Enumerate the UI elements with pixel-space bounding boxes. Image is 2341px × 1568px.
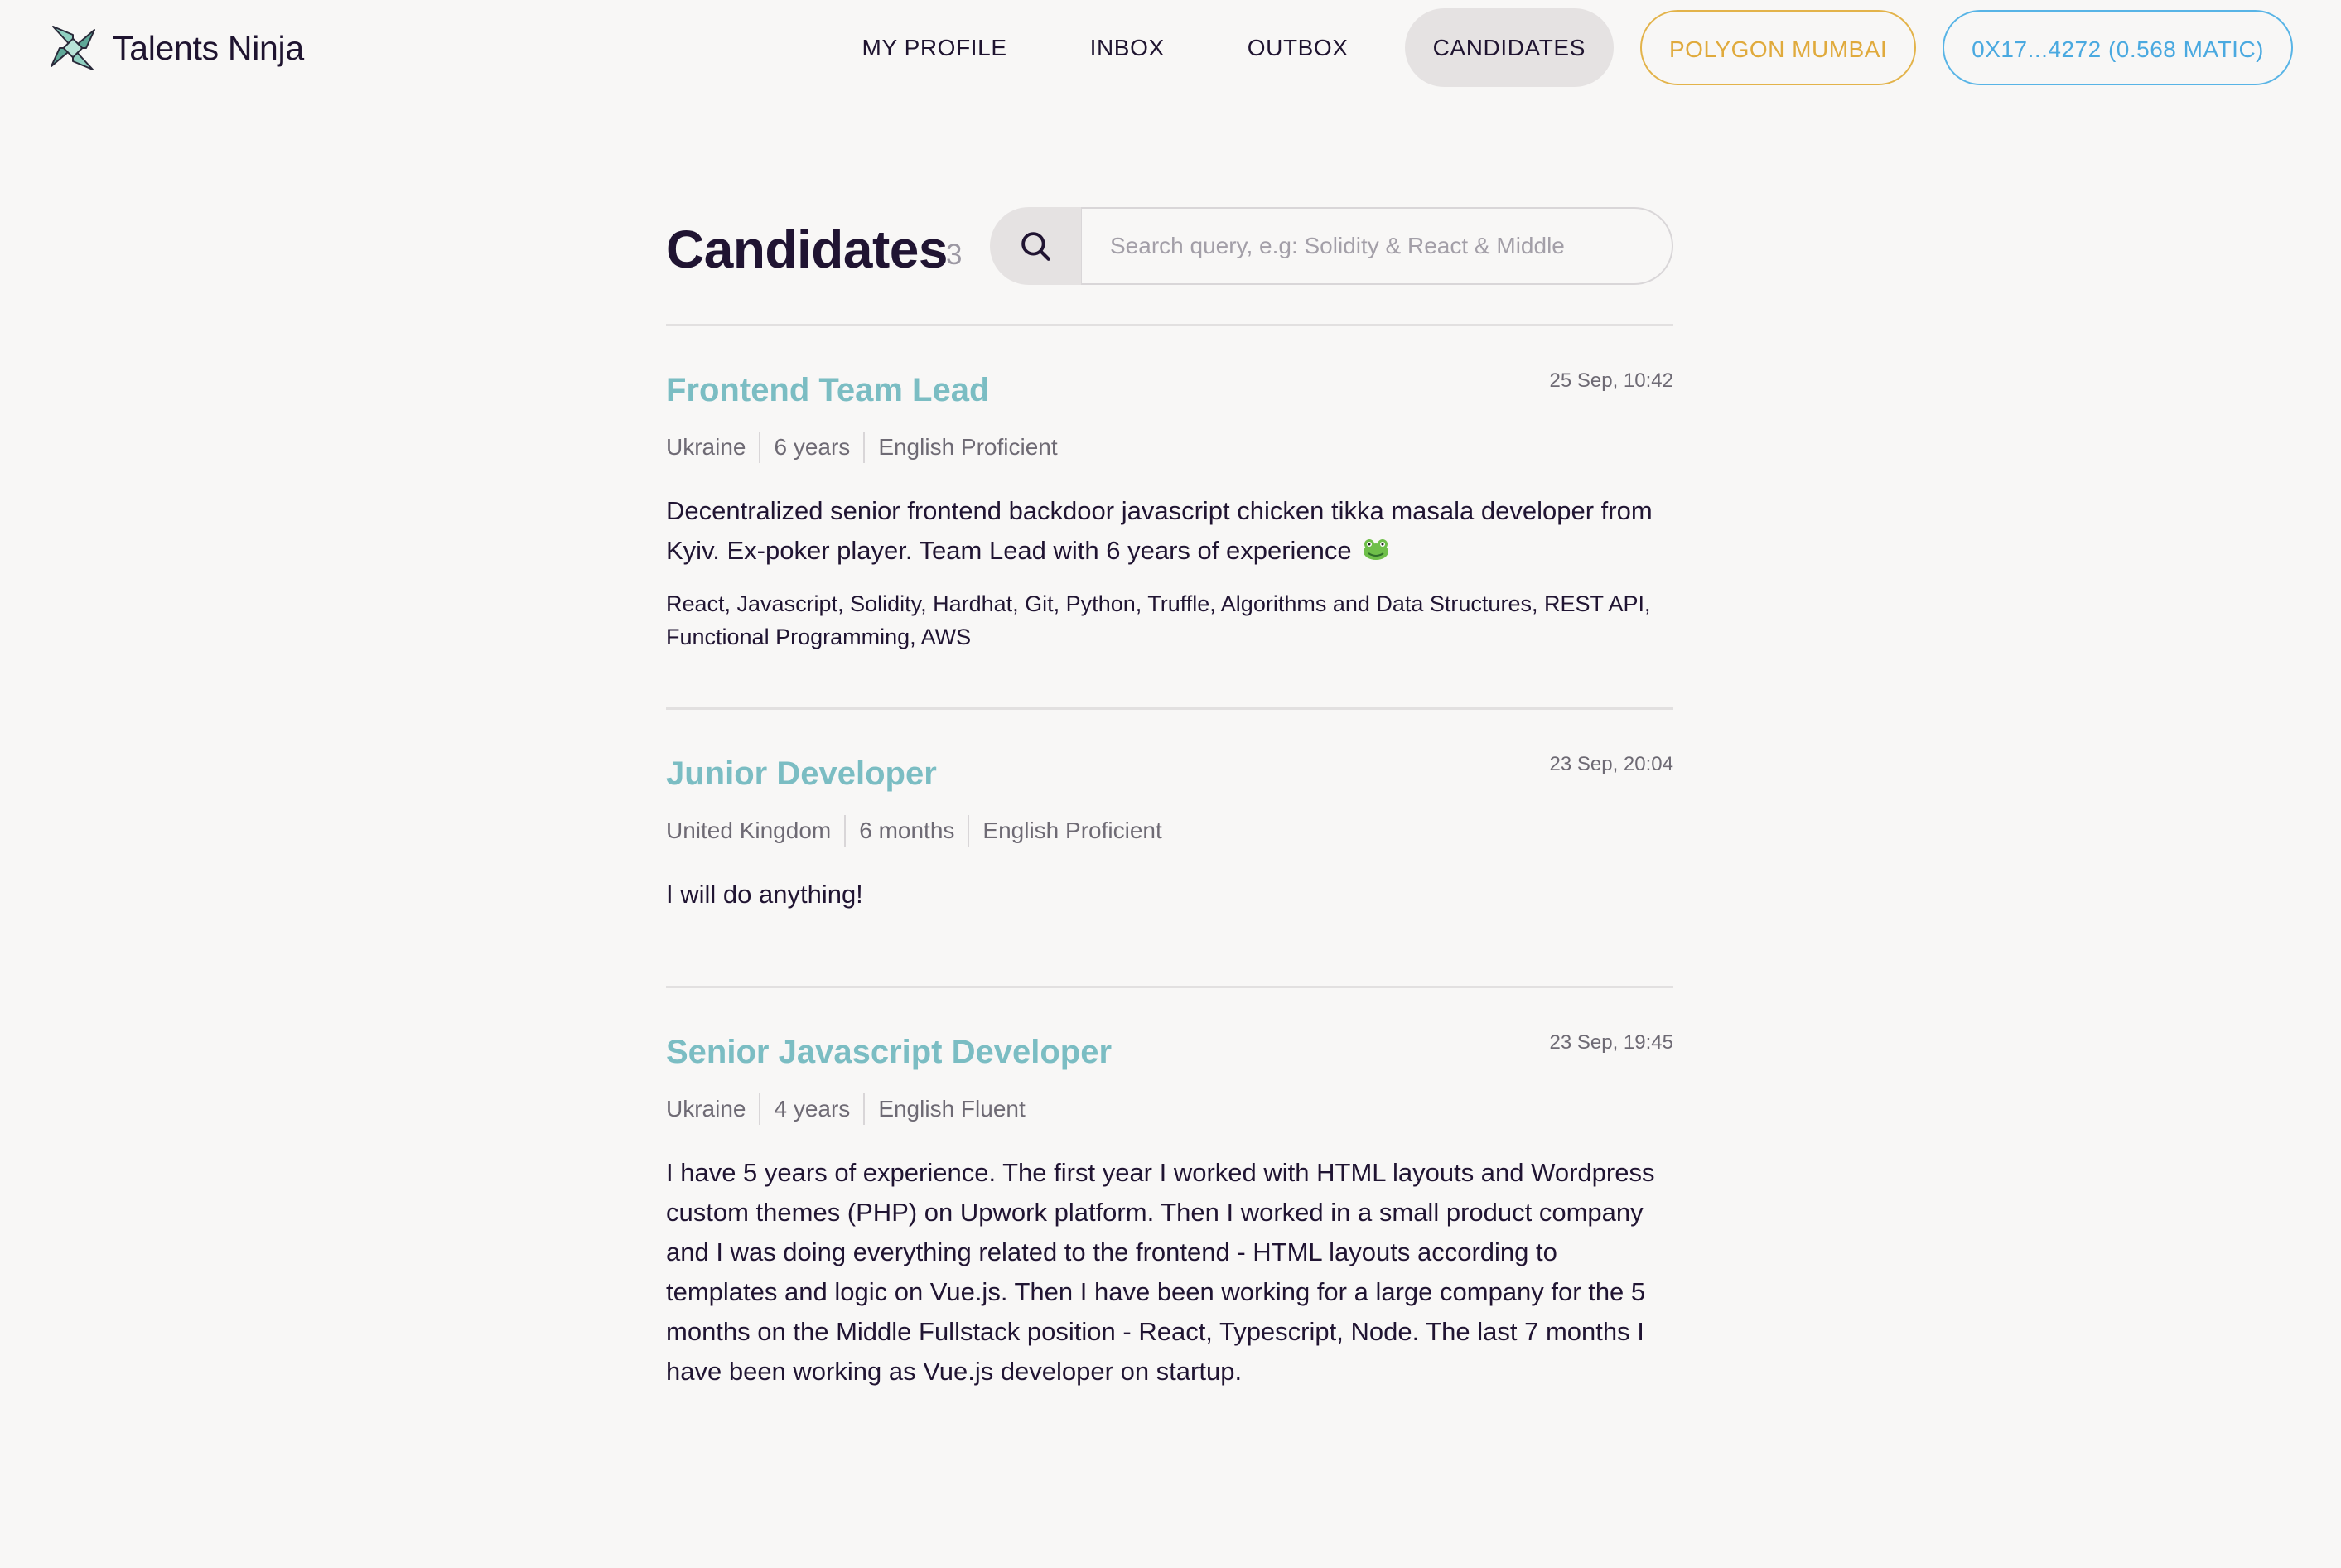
wallet-button[interactable]: 0X17...4272 (0.568 MATIC) [1943, 10, 2293, 85]
candidate-country: Ukraine [666, 1096, 746, 1122]
top-bar: Talents Ninja MY PROFILE INBOX OUTBOX CA… [0, 0, 2341, 95]
meta-divider [968, 815, 970, 847]
meta-divider [759, 1093, 761, 1125]
nav-outbox[interactable]: OUTBOX [1219, 8, 1377, 87]
ninja-star-logo-icon [51, 26, 95, 70]
main-content: Candidates 3 25 Sep, 10:42 Frontend Team… [666, 207, 1673, 1568]
candidate-description: I will do anything! [666, 880, 863, 909]
candidate-experience: 4 years [774, 1096, 851, 1122]
candidate-card: 25 Sep, 10:42 Frontend Team Lead Ukraine… [666, 324, 1673, 707]
page-title: Candidates [666, 220, 948, 279]
candidate-card: 23 Sep, 19:45 Senior Javascript Develope… [666, 986, 1673, 1568]
nav-candidates[interactable]: CANDIDATES [1404, 8, 1614, 87]
candidate-description: I have 5 years of experience. The first … [666, 1158, 1655, 1386]
candidate-meta: Ukraine 6 years English Proficient [666, 432, 1673, 463]
main-nav: MY PROFILE INBOX OUTBOX CANDIDATES POLYG… [834, 8, 2293, 87]
candidate-card: 23 Sep, 20:04 Junior Developer United Ki… [666, 707, 1673, 986]
candidate-title-link[interactable]: Senior Javascript Developer [666, 1032, 1673, 1072]
nav-my-profile[interactable]: MY PROFILE [834, 8, 1035, 87]
title-row: Candidates 3 [666, 207, 1673, 287]
network-button[interactable]: POLYGON MUMBAI [1639, 10, 1917, 85]
candidate-description-text: Decentralized senior frontend backdoor j… [666, 496, 1653, 565]
candidate-title-link[interactable]: Junior Developer [666, 754, 1673, 794]
candidate-title-link[interactable]: Frontend Team Lead [666, 370, 1673, 410]
candidate-date: 23 Sep, 20:04 [1549, 753, 1673, 775]
candidate-date: 23 Sep, 19:45 [1549, 1031, 1673, 1054]
candidate-description: Decentralized senior frontend backdoor j… [666, 491, 1673, 571]
candidates-list: 25 Sep, 10:42 Frontend Team Lead Ukraine… [666, 324, 1673, 1568]
candidate-english: English Fluent [878, 1096, 1026, 1122]
logo-link[interactable]: Talents Ninja [48, 23, 304, 73]
candidate-date: 25 Sep, 10:42 [1549, 369, 1673, 392]
meta-divider [759, 432, 761, 463]
nav-inbox[interactable]: INBOX [1062, 8, 1193, 87]
candidate-meta: Ukraine 4 years English Fluent [666, 1093, 1673, 1125]
candidate-experience: 6 years [774, 434, 851, 460]
search-button[interactable] [990, 207, 1081, 285]
candidate-english: English Proficient [878, 434, 1058, 460]
search-icon [1021, 232, 1050, 261]
meta-divider [863, 432, 866, 463]
candidate-meta: United Kingdom 6 months English Proficie… [666, 815, 1673, 847]
frog-icon [1364, 539, 1389, 560]
candidate-country: Ukraine [666, 434, 746, 460]
candidate-country: United Kingdom [666, 818, 832, 843]
meta-divider [844, 815, 847, 847]
meta-divider [863, 1093, 866, 1125]
search-bar [990, 207, 1673, 285]
candidate-english: English Proficient [982, 818, 1162, 843]
candidate-skills: React, Javascript, Solidity, Hardhat, Gi… [666, 591, 1651, 649]
candidates-count: 3 [946, 239, 963, 271]
candidate-experience: 6 months [859, 818, 955, 843]
search-input[interactable] [1081, 207, 1673, 285]
app-name: Talents Ninja [113, 28, 304, 67]
